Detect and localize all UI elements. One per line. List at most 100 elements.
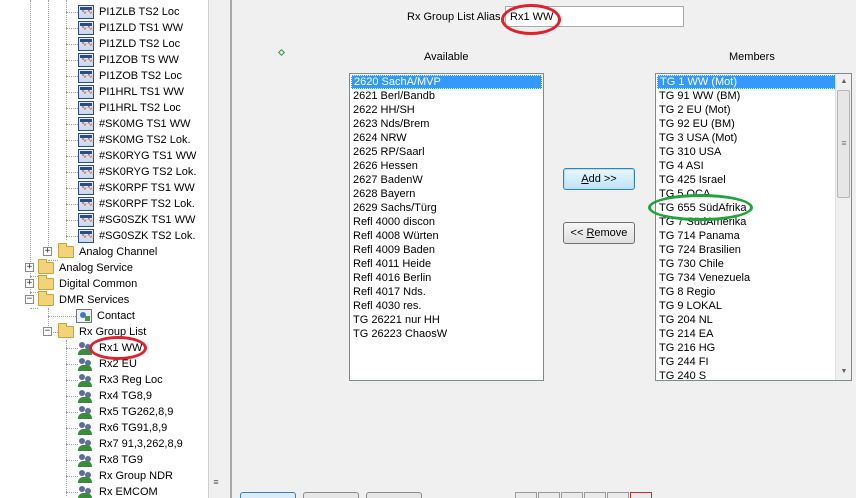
tree-item-channel[interactable]: PI1ZOB TS WW bbox=[78, 52, 181, 68]
tree-item-analog-channel[interactable]: Analog Channel bbox=[58, 243, 159, 260]
tree-item-channel[interactable]: PI1HRL TS2 Loc bbox=[78, 100, 183, 116]
tree-scrollbar[interactable]: ≡ bbox=[208, 0, 222, 498]
available-list-item[interactable]: Refl 4030 res. bbox=[350, 299, 543, 313]
members-list-item[interactable]: TG 310 USA bbox=[656, 145, 851, 159]
tree-item-channel[interactable]: #SG0SZK TS2 Lok. bbox=[78, 228, 197, 244]
available-list-item[interactable]: Refl 4017 Nds. bbox=[350, 285, 543, 299]
tree-item-rx-group[interactable]: Rx7 91,3,262,8,9 bbox=[78, 436, 185, 452]
available-list-item[interactable]: 2629 Sachs/Türg bbox=[350, 201, 543, 215]
members-list-item[interactable]: TG 2 EU (Mot) bbox=[656, 103, 851, 117]
members-list-item[interactable]: TG 92 EU (BM) bbox=[656, 117, 851, 131]
nav-delete-button[interactable] bbox=[630, 492, 652, 498]
tree-item-rx-group[interactable]: Rx4 TG8,9 bbox=[78, 388, 154, 404]
panel-splitter[interactable] bbox=[222, 0, 232, 498]
available-list-item[interactable]: 2625 RP/Saarl bbox=[350, 145, 543, 159]
tree-item-rx-group[interactable]: Rx Group NDR bbox=[78, 468, 175, 484]
available-list-item[interactable]: 2628 Bayern bbox=[350, 187, 543, 201]
tree-item-rx-group[interactable]: Rx5 TG262,8,9 bbox=[78, 404, 175, 420]
available-list-item[interactable]: 2627 BadenW bbox=[350, 173, 543, 187]
nav-prev-button[interactable] bbox=[538, 492, 560, 498]
tree-item-channel[interactable]: PI1ZOB TS2 Loc bbox=[78, 68, 184, 84]
tree-item-channel[interactable]: #SK0RPF TS1 WW bbox=[78, 180, 197, 196]
members-list-item[interactable]: TG 425 Israel bbox=[656, 173, 851, 187]
tree-item-channel[interactable]: PI1ZLB TS2 Loc bbox=[78, 4, 182, 20]
members-list-item[interactable]: TG 5 OCA bbox=[656, 187, 851, 201]
available-list-item[interactable]: 2621 Berl/Bandb bbox=[350, 89, 543, 103]
available-list-item[interactable]: 2620 SachA/MVP bbox=[351, 75, 542, 89]
tree-item-channel[interactable]: #SK0MG TS1 WW bbox=[78, 116, 192, 132]
nav-add-button[interactable] bbox=[607, 492, 629, 498]
available-list-item[interactable]: 2622 HH/SH bbox=[350, 103, 543, 117]
available-list-item[interactable]: Refl 4008 Würten bbox=[350, 229, 543, 243]
members-list-item[interactable]: TG 204 NL bbox=[656, 313, 851, 327]
tree-item-analog-service[interactable]: Analog Service bbox=[38, 259, 135, 276]
members-list-item[interactable]: TG 655 SüdAfrika bbox=[656, 201, 851, 215]
members-list-item[interactable]: TG 9 LOKAL bbox=[656, 299, 851, 313]
members-list-item[interactable]: TG 7 SüdAmerika bbox=[656, 215, 851, 229]
available-list-item[interactable]: TG 26221 nur HH bbox=[350, 313, 543, 327]
members-list-item[interactable]: TG 1 WW (Mot) bbox=[657, 75, 850, 89]
expand-icon[interactable]: + bbox=[43, 247, 52, 256]
tree-item-channel[interactable]: PI1ZLD TS1 WW bbox=[78, 20, 185, 36]
members-list-item[interactable]: TG 91 WW (BM) bbox=[656, 89, 851, 103]
available-list-item[interactable]: Refl 4016 Berlin bbox=[350, 271, 543, 285]
expand-icon[interactable]: + bbox=[25, 279, 34, 288]
tree-item-channel[interactable]: #SK0RYG TS1 WW bbox=[78, 148, 198, 164]
group-icon bbox=[78, 469, 94, 483]
tree-item-channel[interactable]: PI1ZLD TS2 Loc bbox=[78, 36, 182, 52]
tree-item-rx-group[interactable]: Rx6 TG91,8,9 bbox=[78, 420, 169, 436]
tree-item-channel[interactable]: #SK0RPF TS2 Lok. bbox=[78, 196, 197, 212]
available-list-item[interactable]: Refl 4009 Baden bbox=[350, 243, 543, 257]
expand-icon[interactable]: + bbox=[25, 263, 34, 272]
collapse-icon[interactable]: − bbox=[43, 327, 52, 336]
members-list-item[interactable]: TG 4 ASI bbox=[656, 159, 851, 173]
members-scrollbar[interactable]: ▲ ≡ ▼ bbox=[835, 74, 851, 380]
members-list-item[interactable]: TG 3 USA (Mot) bbox=[656, 131, 851, 145]
members-list-item[interactable]: TG 734 Venezuela bbox=[656, 271, 851, 285]
tree-item-rx-group[interactable]: Rx2 EU bbox=[78, 356, 139, 372]
available-list-item[interactable]: Refl 4011 Heide bbox=[350, 257, 543, 271]
members-list-item[interactable]: TG 240 S bbox=[656, 369, 851, 380]
help-button[interactable] bbox=[366, 492, 422, 498]
tree-item-channel[interactable]: #SK0MG TS2 Lok. bbox=[78, 132, 193, 148]
nav-last-button[interactable] bbox=[584, 492, 606, 498]
members-list-item[interactable]: TG 730 Chile bbox=[656, 257, 851, 271]
tree-item-rx-group[interactable]: Rx3 Reg Loc bbox=[78, 372, 165, 388]
available-list-item[interactable]: 2626 Hessen bbox=[350, 159, 543, 173]
remove-button[interactable]: << Remove bbox=[563, 222, 635, 244]
tree-item-rx-group[interactable]: Rx1 WW bbox=[78, 340, 144, 356]
tree-view[interactable]: PI1ZLB TS2 Loc PI1ZLD TS1 WW PI1ZLD TS2 Lo… bbox=[0, 0, 208, 498]
members-list-item[interactable]: TG 724 Brasilien bbox=[656, 243, 851, 257]
collapse-icon[interactable]: − bbox=[25, 295, 34, 304]
members-list[interactable]: TG 1 WW (Mot) TG 91 WW (BM) TG 2 EU (Mot) T… bbox=[655, 73, 852, 381]
scroll-down-icon[interactable]: ▼ bbox=[836, 364, 851, 380]
members-list-item[interactable]: TG 8 Regio bbox=[656, 285, 851, 299]
tree-item-contact[interactable]: Contact bbox=[76, 308, 137, 324]
available-list-item[interactable]: Refl 4000 discon bbox=[350, 215, 543, 229]
members-list-item[interactable]: TG 714 Panama bbox=[656, 229, 851, 243]
cancel-button[interactable] bbox=[303, 492, 359, 498]
tree-item-digital-common[interactable]: Digital Common bbox=[38, 275, 139, 292]
members-list-item[interactable]: TG 216 HG bbox=[656, 341, 851, 355]
available-list[interactable]: 2620 SachA/MVP 2621 Berl/Bandb 2622 HH/SH 2… bbox=[349, 73, 544, 381]
available-list-item[interactable]: 2623 Nds/Brem bbox=[350, 117, 543, 131]
add-button[interactable]: Add >> bbox=[563, 168, 635, 190]
tree-item-dmr-services[interactable]: DMR Services bbox=[38, 291, 131, 308]
scroll-up-icon[interactable]: ▲ bbox=[836, 74, 851, 90]
tree-item-rx-group[interactable]: Rx EMCOM bbox=[78, 484, 160, 498]
tree-item-channel[interactable]: #SG0SZK TS1 WW bbox=[78, 212, 197, 228]
tree-item-channel[interactable]: #SK0RYG TS2 Lok. bbox=[78, 164, 198, 180]
tree-item-channel[interactable]: PI1HRL TS1 WW bbox=[78, 84, 186, 100]
members-list-item[interactable]: TG 244 FI bbox=[656, 355, 851, 369]
members-list-item[interactable]: TG 214 EA bbox=[656, 327, 851, 341]
nav-first-button[interactable] bbox=[515, 492, 537, 498]
available-list-item[interactable]: TG 26223 ChaosW bbox=[350, 327, 543, 341]
available-list-item[interactable]: 2624 NRW bbox=[350, 131, 543, 145]
tree-item-rx-group[interactable]: Rx8 TG9 bbox=[78, 452, 145, 468]
nav-next-button[interactable] bbox=[561, 492, 583, 498]
scroll-grip-icon[interactable]: ≡ bbox=[212, 478, 220, 487]
scroll-thumb[interactable]: ≡ bbox=[837, 90, 850, 198]
alias-input[interactable] bbox=[505, 6, 684, 27]
tree-item-rx-group-list[interactable]: Rx Group List bbox=[58, 323, 148, 340]
ok-button[interactable] bbox=[240, 492, 296, 498]
